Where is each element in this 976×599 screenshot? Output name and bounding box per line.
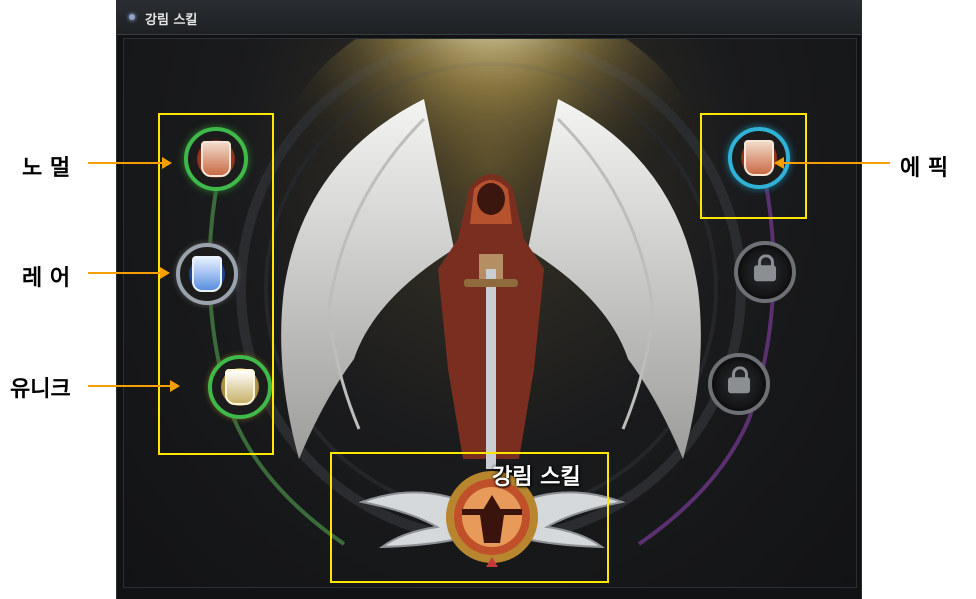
arrow-left-icon bbox=[774, 157, 890, 169]
lock-icon bbox=[728, 366, 750, 394]
left-skills-highlight-box bbox=[158, 113, 274, 455]
annotation-rare-label: 레 어 bbox=[22, 266, 71, 291]
annotation-normal-label: 노 멀 bbox=[22, 156, 71, 181]
locked-skill-slot-2[interactable] bbox=[708, 353, 770, 415]
annotation-epic-label: 에 픽 bbox=[900, 156, 949, 181]
locked-skill-slot-1[interactable] bbox=[734, 241, 796, 303]
title-bullet-icon bbox=[129, 14, 135, 20]
arrow-right-icon bbox=[88, 157, 172, 169]
lock-icon bbox=[754, 254, 776, 282]
main-skill-label: 강림 스킬 bbox=[492, 465, 581, 490]
annotation-unique-label: 유니크 bbox=[10, 377, 71, 402]
window-title: 강림 스킬 bbox=[145, 13, 198, 28]
title-bar: 강림 스킬 bbox=[117, 0, 861, 35]
arrow-right-icon bbox=[88, 267, 170, 279]
arrow-right-icon bbox=[88, 380, 180, 392]
epic-skill-highlight-box bbox=[700, 113, 807, 219]
